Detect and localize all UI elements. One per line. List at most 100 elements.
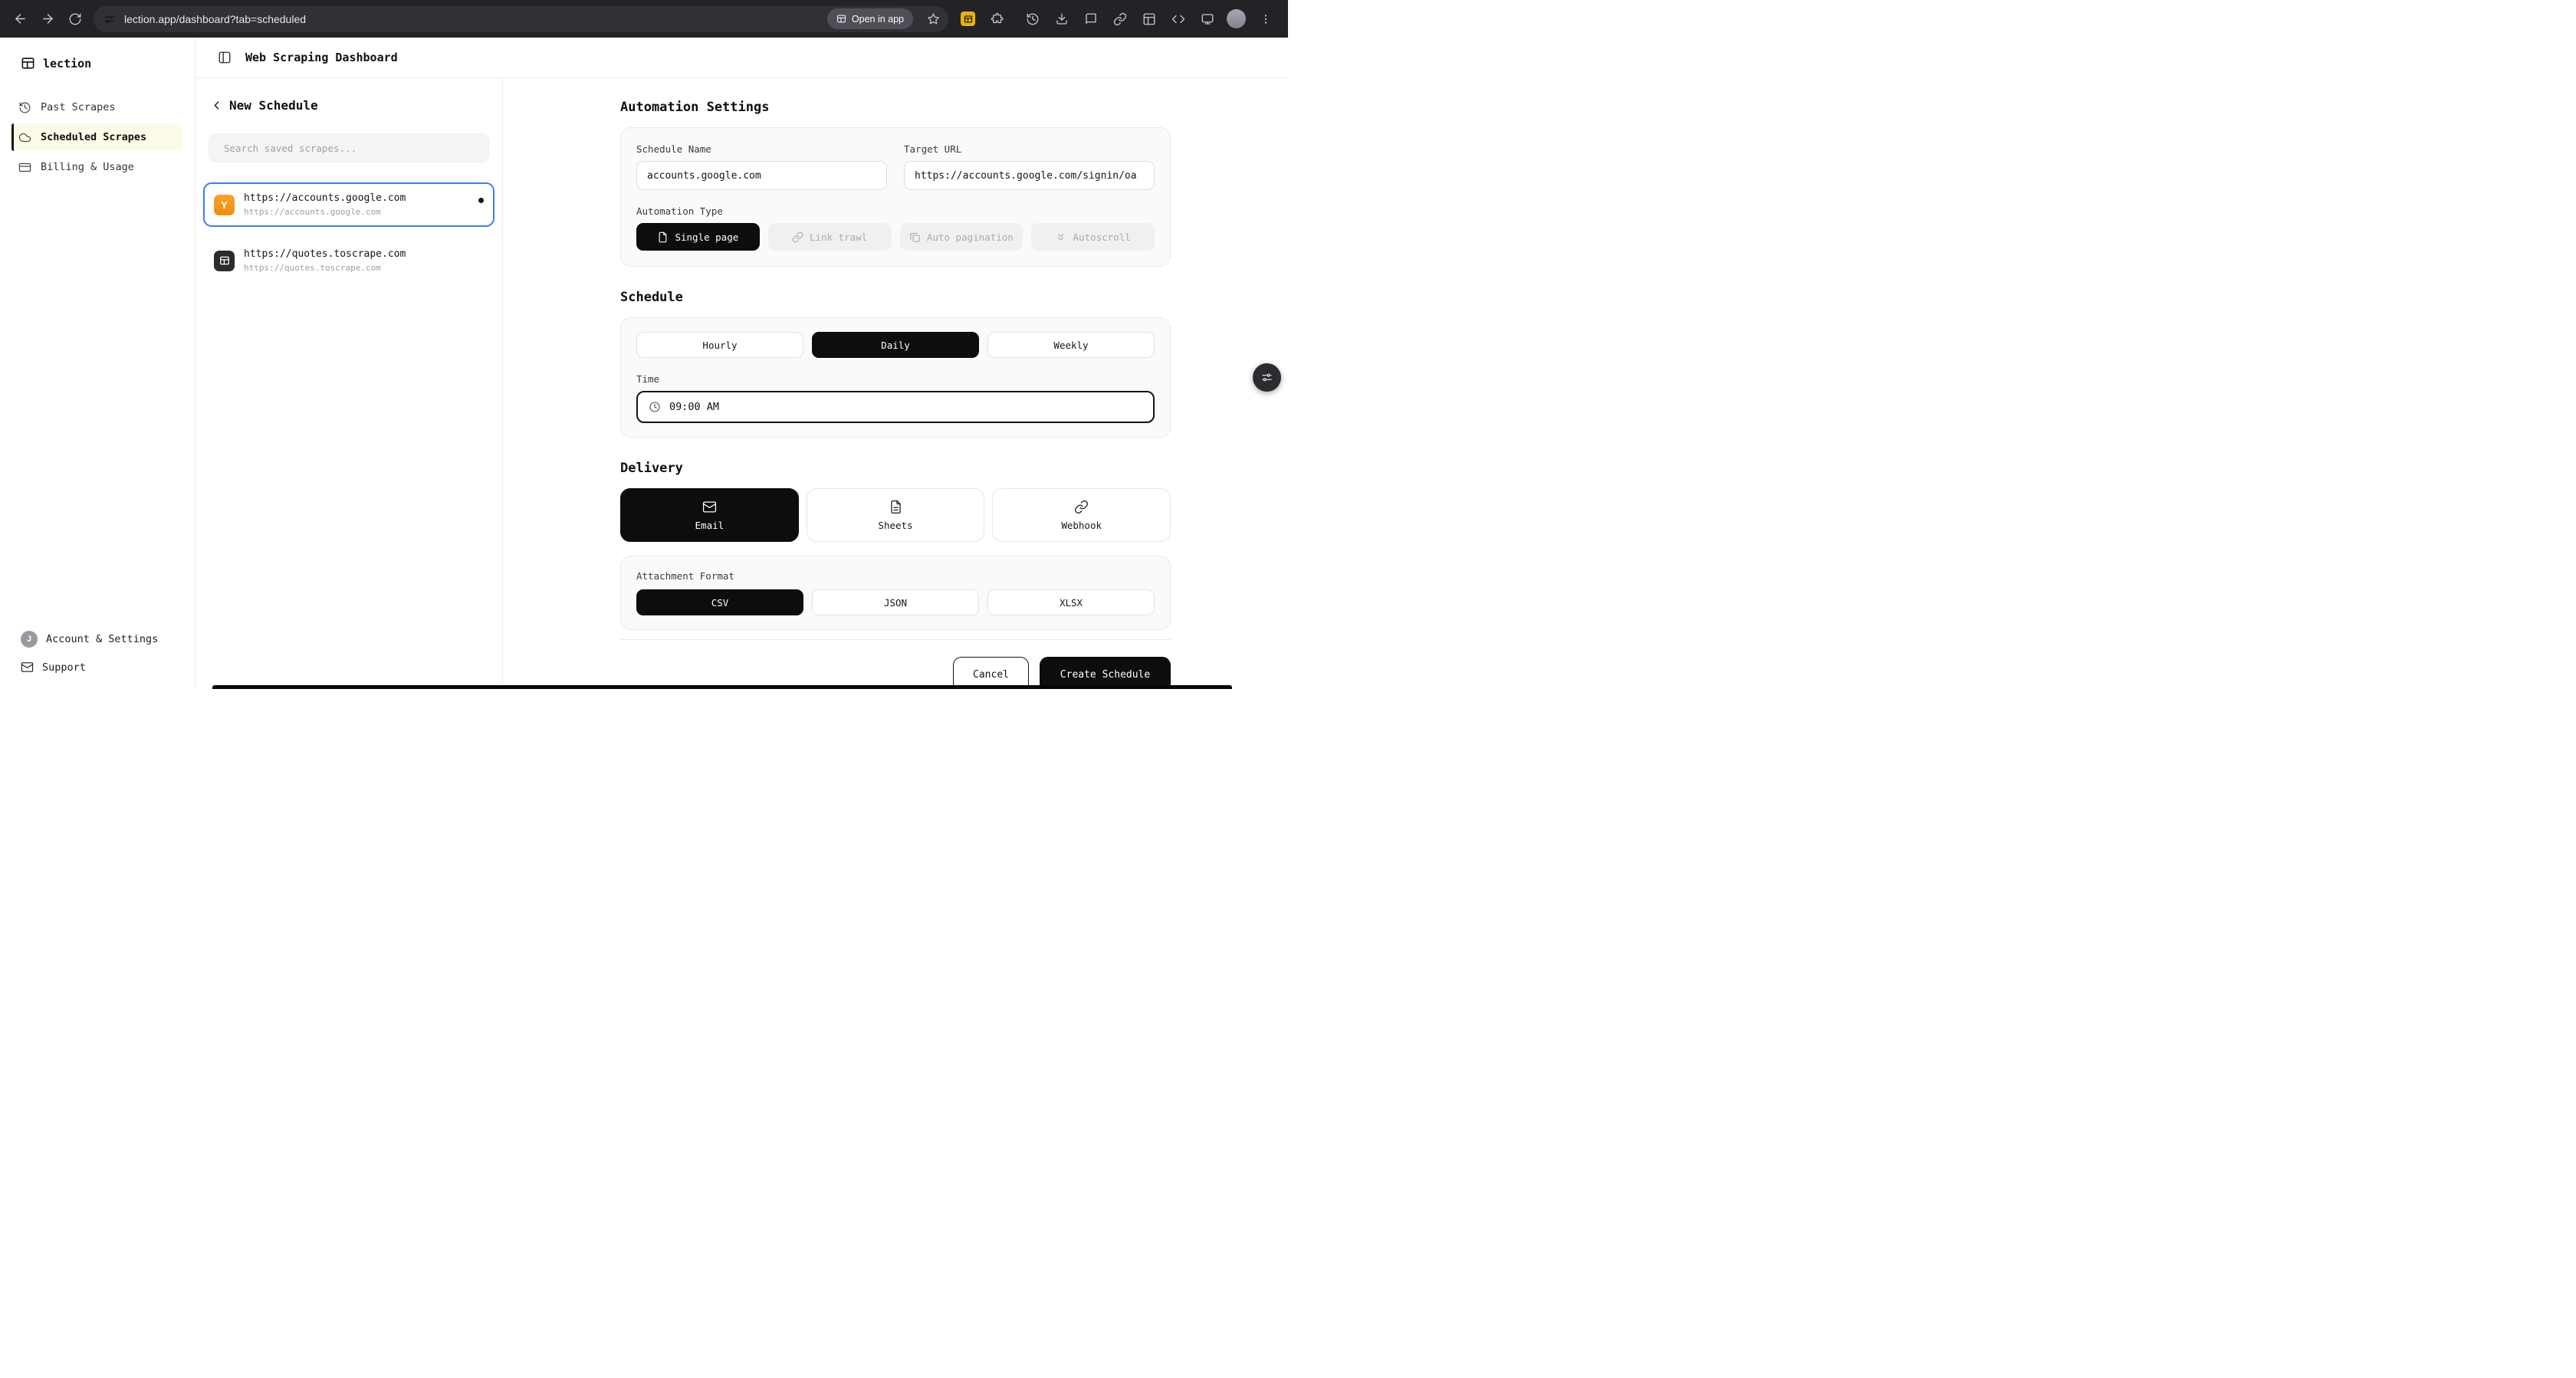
sidebar-nav: Past Scrapes Scheduled Scrapes Billing &… xyxy=(0,94,195,181)
schedule-card: Hourly Daily Weekly Time xyxy=(620,317,1171,438)
page-icon xyxy=(657,231,669,243)
target-url-label: Target URL xyxy=(904,143,1155,155)
delivery-heading: Delivery xyxy=(620,461,1171,476)
mail-icon xyxy=(21,661,34,674)
dashboard-header: Web Scraping Dashboard xyxy=(196,38,1288,78)
clock-icon xyxy=(649,401,661,413)
cancel-button[interactable]: Cancel xyxy=(953,657,1029,689)
schedule-name-label: Schedule Name xyxy=(636,143,887,155)
pages-icon xyxy=(909,231,921,243)
format-csv-button[interactable]: CSV xyxy=(636,589,803,615)
search-input[interactable] xyxy=(209,133,489,162)
forward-button[interactable] xyxy=(34,5,61,33)
create-schedule-button[interactable]: Create Schedule xyxy=(1040,657,1171,689)
frequency-daily-button[interactable]: Daily xyxy=(812,332,979,358)
brand-name: lection xyxy=(43,57,91,71)
frequency-weekly-button[interactable]: Weekly xyxy=(987,332,1155,358)
lection-extension-icon[interactable] xyxy=(955,5,981,32)
scrape-subtitle: https://quotes.toscrape.com xyxy=(244,263,406,273)
profile-avatar[interactable] xyxy=(1223,5,1250,32)
reload-button[interactable] xyxy=(61,5,89,33)
sidebar-item-billing-usage[interactable]: Billing & Usage xyxy=(12,153,183,181)
delivery-webhook-button[interactable]: Webhook xyxy=(992,488,1171,542)
type-auto-pagination-button[interactable]: Auto pagination xyxy=(900,223,1024,251)
type-autoscroll-button[interactable]: Autoscroll xyxy=(1031,223,1155,251)
type-single-page-button[interactable]: Single page xyxy=(636,223,760,251)
support-button[interactable]: Support xyxy=(21,661,174,674)
table-icon[interactable] xyxy=(1135,5,1162,32)
automation-type-options: Single page Link trawl xyxy=(636,223,1155,251)
credit-card-icon xyxy=(18,161,31,174)
frequency-options: Hourly Daily Weekly xyxy=(636,332,1155,358)
active-dot xyxy=(478,198,484,203)
scrape-item-accounts-google[interactable]: Y https://accounts.google.com https://ac… xyxy=(203,182,495,227)
app-grid-icon xyxy=(836,14,846,24)
footer-divider xyxy=(620,639,1171,640)
toolbar-extensions xyxy=(955,5,1279,32)
delivery-sheets-button[interactable]: Sheets xyxy=(807,488,985,542)
brand[interactable]: lection xyxy=(0,56,195,71)
reading-list-icon[interactable] xyxy=(1077,5,1104,32)
capture-icon[interactable] xyxy=(1194,5,1221,32)
lection-logo-icon xyxy=(21,56,35,71)
support-label: Support xyxy=(42,661,86,674)
back-button[interactable] xyxy=(6,5,34,33)
file-icon xyxy=(889,500,903,514)
address-bar[interactable]: lection.app/dashboard?tab=scheduled Open… xyxy=(94,6,948,32)
sidebar-item-label: Past Scrapes xyxy=(41,101,116,113)
link-icon xyxy=(792,231,803,243)
format-json-button[interactable]: JSON xyxy=(812,589,979,615)
extensions-puzzle-icon[interactable] xyxy=(984,5,1010,32)
automation-settings-card: Schedule Name Target URL Automation Type xyxy=(620,127,1171,267)
format-xlsx-button[interactable]: XLSX xyxy=(987,589,1155,615)
type-link-trawl-button[interactable]: Link trawl xyxy=(768,223,892,251)
code-icon[interactable] xyxy=(1165,5,1191,32)
link-icon xyxy=(1074,500,1089,514)
url-text[interactable]: lection.app/dashboard?tab=scheduled xyxy=(124,13,819,25)
target-url-input[interactable] xyxy=(904,161,1155,190)
history-icon[interactable] xyxy=(1019,5,1046,32)
bookmark-star-icon[interactable] xyxy=(922,8,945,31)
format-options: CSV JSON XLSX xyxy=(636,589,1155,615)
time-label: Time xyxy=(636,373,1155,385)
sidebar-item-scheduled-scrapes[interactable]: Scheduled Scrapes xyxy=(12,123,183,151)
site-favicon xyxy=(214,251,235,271)
scrape-title: https://quotes.toscrape.com xyxy=(244,248,406,260)
automation-settings-heading: Automation Settings xyxy=(620,100,1171,115)
frequency-hourly-button[interactable]: Hourly xyxy=(636,332,803,358)
schedule-heading: Schedule xyxy=(620,290,1171,305)
panel-toggle-icon[interactable] xyxy=(218,51,232,64)
back-chevron-icon[interactable] xyxy=(210,99,223,112)
schedule-name-input[interactable] xyxy=(636,161,887,190)
schedule-panel: New Schedule Y https://accounts.google.c… xyxy=(196,78,503,689)
automation-type-label: Automation Type xyxy=(636,205,1155,217)
site-favicon: Y xyxy=(214,195,235,215)
bottom-dock-edge xyxy=(212,685,1232,689)
site-settings-icon[interactable] xyxy=(104,13,116,25)
attachment-format-card: Attachment Format CSV JSON XLSX xyxy=(620,556,1171,630)
download-icon[interactable] xyxy=(1048,5,1075,32)
user-avatar: J xyxy=(21,631,38,648)
time-input[interactable]: 09:00 AM xyxy=(636,391,1155,423)
link-icon[interactable] xyxy=(1106,5,1133,32)
account-settings-label: Account & Settings xyxy=(46,633,158,645)
open-in-app-label: Open in app xyxy=(852,14,904,25)
chevrons-down-icon xyxy=(1055,231,1066,243)
mail-icon xyxy=(702,500,717,514)
browser-menu-icon[interactable] xyxy=(1252,5,1279,32)
scrape-subtitle: https://accounts.google.com xyxy=(244,207,406,217)
account-settings-button[interactable]: J Account & Settings xyxy=(21,631,174,648)
attachment-format-label: Attachment Format xyxy=(636,570,1155,582)
floating-widget-button[interactable] xyxy=(1253,363,1281,392)
time-value: 09:00 AM xyxy=(669,401,719,413)
delivery-email-button[interactable]: Email xyxy=(620,488,799,542)
history-icon xyxy=(18,101,31,114)
open-in-app-button[interactable]: Open in app xyxy=(827,8,913,29)
panel-title: New Schedule xyxy=(229,98,318,113)
scrape-item-quotes-toscrape[interactable]: https://quotes.toscrape.com https://quot… xyxy=(203,238,495,283)
saved-scrapes-list: Y https://accounts.google.com https://ac… xyxy=(203,182,495,283)
content-body: New Schedule Y https://accounts.google.c… xyxy=(196,78,1288,689)
sidebar-item-label: Billing & Usage xyxy=(41,161,134,173)
sidebar-item-label: Scheduled Scrapes xyxy=(41,131,146,143)
sidebar-item-past-scrapes[interactable]: Past Scrapes xyxy=(12,94,183,121)
